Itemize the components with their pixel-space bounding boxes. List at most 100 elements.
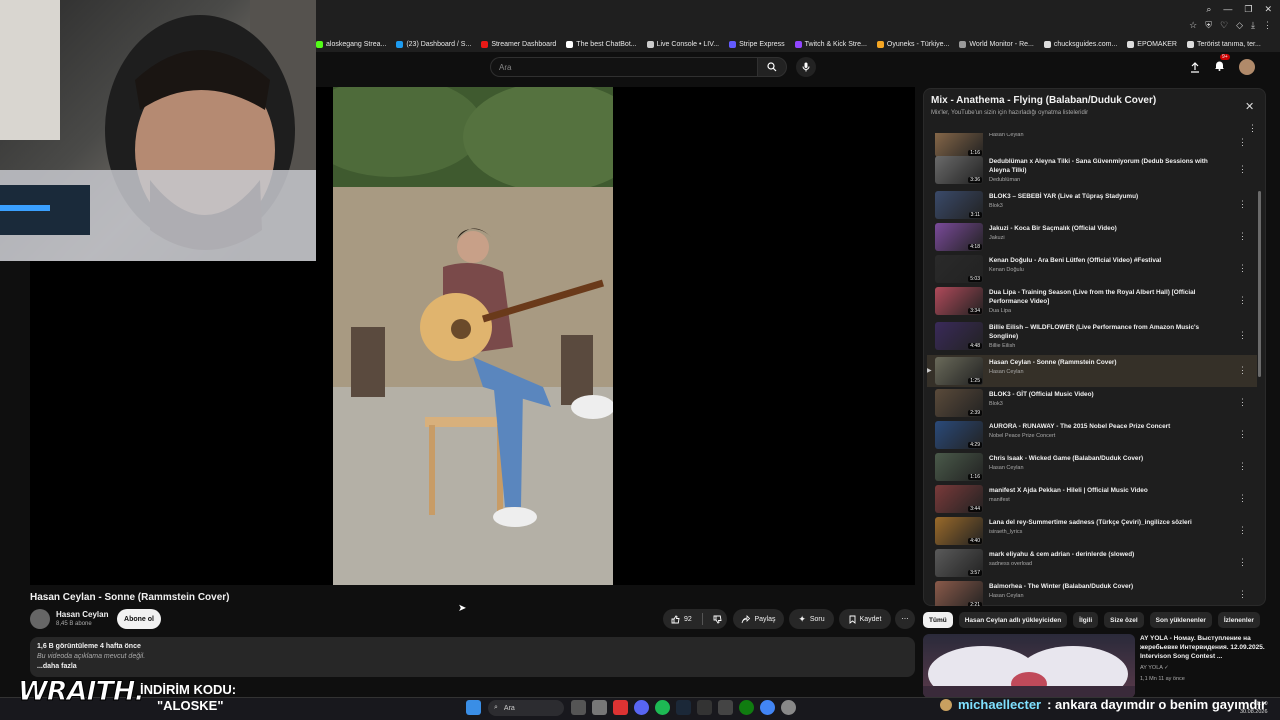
chrome-icon[interactable] xyxy=(760,700,775,715)
playlist-item[interactable]: 2:21 Balmorhea - The Winter (Balaban/Dudu… xyxy=(927,579,1257,606)
playlist-item[interactable]: 4:48 Billie Eilish – WILDFLOWER (Live Per… xyxy=(927,320,1257,352)
playlist-item-title[interactable]: Dedublüman x Aleyna Tilki - Sana Güvenmi… xyxy=(989,157,1229,175)
recommended-channel-name[interactable]: AY YOLA xyxy=(1140,665,1163,671)
subscribe-button[interactable]: Abone ol xyxy=(117,609,161,629)
playlist-item-title[interactable]: Lana del rey-Summertime sadness (Türkçe … xyxy=(989,518,1229,527)
playlist-item-title[interactable]: AURORA - RUNAWAY - The 2015 Nobel Peace … xyxy=(989,422,1229,431)
settings-gear-icon[interactable] xyxy=(781,700,796,715)
item-menu-icon[interactable]: ⋮ xyxy=(1238,429,1247,440)
playlist-item[interactable]: 3:11 BLOK3 – SEBEBİ YAR (Live at Tüpraş S… xyxy=(927,189,1257,221)
obs-icon[interactable] xyxy=(718,700,733,715)
playlist-thumbnail[interactable]: 4:18 xyxy=(935,223,983,251)
playlist-item-title[interactable]: mark eliyahu & cem adrian - derinlerde (… xyxy=(989,550,1229,559)
playlist-thumbnail[interactable]: 4:40 xyxy=(935,517,983,545)
bookmark-icon[interactable]: ☆ xyxy=(1189,20,1197,31)
menu-icon[interactable]: ⋮ xyxy=(1263,20,1272,31)
notifications-button[interactable]: 9+ xyxy=(1214,54,1230,76)
bookmark-item[interactable]: EPOMAKER xyxy=(1127,37,1177,51)
playlist-item-title[interactable]: Kenan Doğulu - Ara Beni Lütfen (Official… xyxy=(989,256,1229,265)
bookmark-item[interactable]: chucksguides.com... xyxy=(1043,37,1117,51)
search-button[interactable] xyxy=(757,57,787,77)
playlist-item[interactable]: 4:29 AURORA - RUNAWAY - The 2015 Nobel Pe… xyxy=(927,419,1257,451)
show-more-link[interactable]: ...daha fazla xyxy=(37,662,908,672)
bookmark-item[interactable]: Terörist tanıma, ter... xyxy=(1186,37,1261,51)
discord-icon[interactable] xyxy=(634,700,649,715)
like-button[interactable]: 92 xyxy=(671,614,692,624)
playlist-thumbnail[interactable]: 3:34 xyxy=(935,287,983,315)
playlist-thumbnail[interactable]: 3:57 xyxy=(935,549,983,577)
item-menu-icon[interactable]: ⋮ xyxy=(1238,231,1247,242)
file-explorer-icon[interactable] xyxy=(592,700,607,715)
avatar[interactable] xyxy=(1239,59,1255,75)
taskbar-search-input[interactable]: ⌕ Ara xyxy=(488,700,564,716)
steam-icon[interactable] xyxy=(676,700,691,715)
channel-name[interactable]: Hasan Ceylan xyxy=(56,610,108,619)
playlist-item[interactable]: 4:18 Jakuzi - Koca Bir Saçmalık (Official… xyxy=(927,221,1257,253)
playlist-thumbnail[interactable]: 3:36 xyxy=(935,156,983,184)
share-button[interactable]: Paylaş xyxy=(733,609,784,629)
opera-gx-icon[interactable] xyxy=(613,700,628,715)
bookmark-item[interactable]: The best ChatBot... xyxy=(566,37,637,51)
playlist-item-title[interactable]: BLOK3 - GİT (Official Music Video) xyxy=(989,390,1229,399)
item-menu-icon[interactable]: ⋮ xyxy=(1238,589,1247,600)
item-menu-icon[interactable]: ⋮ xyxy=(1238,199,1247,210)
xbox-icon[interactable] xyxy=(739,700,754,715)
recommended-title[interactable]: AY YOLA - Hoмay. Выступление на жеребьев… xyxy=(1140,634,1268,661)
playlist-thumbnail[interactable]: 2:39 xyxy=(935,389,983,417)
bookmark-item[interactable]: Twitch & Kick Stre... xyxy=(794,37,867,51)
item-menu-icon[interactable]: ⋮ xyxy=(1238,397,1247,408)
item-menu-icon[interactable]: ⋮ xyxy=(1238,137,1247,148)
playlist-item-title[interactable]: Hasan Ceylan - Sonne (Rammstein Cover) xyxy=(989,358,1229,367)
filter-chip[interactable]: Son yüklenenler xyxy=(1149,612,1212,628)
playlist-item[interactable]: ▶ 1:25 Hasan Ceylan - Sonne (Rammstein Cov… xyxy=(927,355,1257,387)
task-view-icon[interactable] xyxy=(571,700,586,715)
item-menu-icon[interactable]: ⋮ xyxy=(1238,295,1247,306)
playlist-item-title[interactable]: manifest X Ajda Pekkan - Hileli | Offici… xyxy=(989,486,1229,495)
channel-avatar[interactable] xyxy=(30,609,50,629)
upload-icon[interactable] xyxy=(1190,61,1200,73)
filter-chip[interactable]: Hasan Ceylan adlı yükleyiciden xyxy=(958,612,1068,628)
minimize-icon[interactable]: — xyxy=(1223,4,1232,15)
playlist-item-title[interactable]: Dua Lipa - Training Season (Live from th… xyxy=(989,288,1229,306)
playlist-item-title[interactable]: Billie Eilish – WILDFLOWER (Live Perform… xyxy=(989,323,1229,341)
playlist-thumbnail[interactable]: 3:11 xyxy=(935,191,983,219)
item-menu-icon[interactable]: ⋮ xyxy=(1238,330,1247,341)
playlist-item[interactable]: 3:34 Dua Lipa - Training Season (Live fro… xyxy=(927,285,1257,317)
heart-icon[interactable]: ♡ xyxy=(1220,20,1228,31)
voice-search-button[interactable] xyxy=(796,57,816,77)
item-menu-icon[interactable]: ⋮ xyxy=(1238,365,1247,376)
playlist-item[interactable]: 3:57 mark eliyahu & cem adrian - derinler… xyxy=(927,547,1257,579)
bookmark-item[interactable]: Live Console • LIV... xyxy=(646,37,719,51)
playlist-item-title[interactable]: Balmorhea - The Winter (Balaban/Duduk Co… xyxy=(989,582,1229,591)
filter-chip[interactable]: İzlenenler xyxy=(1217,612,1260,628)
bookmark-item[interactable]: aloskegang Strea... xyxy=(316,37,386,51)
epic-games-icon[interactable] xyxy=(697,700,712,715)
item-menu-icon[interactable]: ⋮ xyxy=(1238,263,1247,274)
playlist-item[interactable]: 4:40 Lana del rey-Summertime sadness (Tür… xyxy=(927,515,1257,547)
playlist-item-title[interactable]: BLOK3 – SEBEBİ YAR (Live at Tüpraş Stady… xyxy=(989,192,1229,201)
playlist-scrollbar[interactable] xyxy=(1258,191,1261,377)
windows-start-icon[interactable] xyxy=(466,700,481,715)
playlist-thumbnail[interactable]: 4:48 xyxy=(935,322,983,350)
bookmark-item[interactable]: World Monitor - Re... xyxy=(959,37,1034,51)
bookmark-item[interactable]: (23) Dashboard / S... xyxy=(396,37,471,51)
thumbs-down-icon[interactable] xyxy=(713,615,722,624)
extension-icon[interactable]: ◇ xyxy=(1236,20,1243,31)
recommended-thumbnail[interactable] xyxy=(923,634,1135,698)
playlist-thumbnail[interactable]: 2:21 xyxy=(935,581,983,606)
playlist-thumbnail[interactable]: 1:25 xyxy=(935,357,983,385)
save-button[interactable]: Kaydet xyxy=(839,609,891,629)
playlist-item[interactable]: 3:36 Dedublüman x Aleyna Tilki - Sana Güv… xyxy=(927,154,1257,186)
playlist-item[interactable]: 2:39 BLOK3 - GİT (Official Music Video) Bl… xyxy=(927,387,1257,419)
ask-button[interactable]: ✦ Soru xyxy=(789,609,834,629)
bookmark-item[interactable]: Oyuneks - Türkiye... xyxy=(876,37,949,51)
item-menu-icon[interactable]: ⋮ xyxy=(1238,557,1247,568)
playlist-thumbnail[interactable]: 4:29 xyxy=(935,421,983,449)
playlist-thumbnail[interactable]: 3:44 xyxy=(935,485,983,513)
item-menu-icon[interactable]: ⋮ xyxy=(1238,461,1247,472)
more-actions-button[interactable]: ⋯ xyxy=(895,609,915,629)
video-frame[interactable] xyxy=(333,87,613,585)
playlist-item[interactable]: 3:44 manifest X Ajda Pekkan - Hileli | Of… xyxy=(927,483,1257,515)
item-menu-icon[interactable]: ⋮ xyxy=(1238,164,1247,175)
playlist-item[interactable]: 5:03 Kenan Doğulu - Ara Beni Lütfen (Offi… xyxy=(927,253,1257,285)
